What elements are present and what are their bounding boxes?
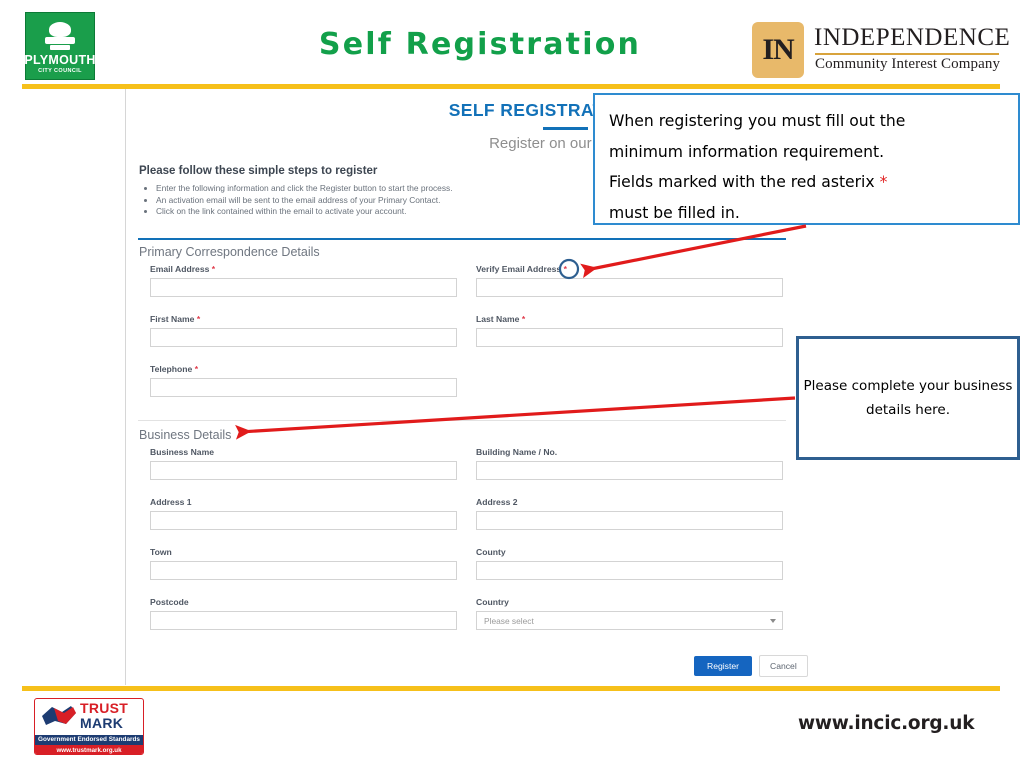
independence-logo-name: INDEPENDENCE [814, 24, 1011, 51]
field-label: Email Address * [150, 264, 216, 274]
callout-line-4: must be filled in. [609, 203, 740, 222]
field-label: Building Name / No. [476, 447, 558, 457]
callout-line-1: When registering you must fill out the [609, 112, 906, 130]
field-business-name: Business Name [150, 447, 457, 480]
field-label: Last Name * [476, 314, 526, 324]
list-item: An activation email will be sent to the … [156, 195, 453, 206]
independence-cic-logo: IN INDEPENDENCE Community Interest Compa… [752, 22, 1010, 78]
section-heading-business: Business Details [139, 428, 232, 442]
field-country: Country Please select [476, 597, 783, 630]
section-rule-business [138, 420, 786, 421]
postcode-input[interactable] [150, 611, 457, 630]
list-item: Click on the link contained within the e… [156, 206, 453, 217]
field-label: Postcode [150, 597, 189, 607]
field-building-name-no: Building Name / No. [476, 447, 783, 480]
header-divider-rule [22, 84, 1000, 89]
telephone-input[interactable] [150, 378, 457, 397]
independence-badge-icon: IN [752, 22, 804, 78]
verify-email-address-input[interactable] [476, 278, 783, 297]
chevron-down-icon [770, 618, 776, 623]
address-1-input[interactable] [150, 511, 457, 530]
county-input[interactable] [476, 561, 783, 580]
country-select[interactable]: Please select [476, 611, 783, 630]
trustmark-band-text: Government Endorsed Standards [35, 735, 143, 745]
field-telephone: Telephone * [150, 364, 457, 397]
section-rule-primary [138, 238, 786, 240]
field-label: First Name * [150, 314, 201, 324]
trustmark-word-mark: MARK [80, 715, 124, 731]
callout-required-fields: When registering you must fill out the m… [593, 93, 1020, 225]
steps-list: Enter the following information and clic… [139, 183, 453, 218]
field-email-address: Email Address * [150, 264, 457, 297]
footer-divider-rule [22, 686, 1000, 691]
trustmark-url-text: www.trustmark.org.uk [35, 745, 143, 754]
field-label: Country [476, 597, 509, 607]
field-label: Telephone * [150, 364, 199, 374]
field-postcode: Postcode [150, 597, 457, 630]
business-name-input[interactable] [150, 461, 457, 480]
register-button[interactable]: Register [694, 656, 752, 676]
independence-logo-tagline: Community Interest Company [815, 56, 1001, 72]
field-label: Business Name [150, 447, 215, 457]
handshake-icon [42, 706, 76, 725]
form-title-underline [543, 127, 588, 130]
footer-website-url: www.incic.org.uk [798, 713, 975, 734]
callout-business-text: Please complete your business details he… [803, 378, 1013, 418]
page-title: Self Registration [318, 27, 642, 62]
email-address-input[interactable] [150, 278, 457, 297]
trustmark-logo: TRUST MARK Government Endorsed Standards… [34, 698, 144, 755]
independence-logo-rule [815, 53, 999, 55]
plymouth-city-council-logo: PLYMOUTH CITY COUNCIL [24, 12, 96, 80]
callout-business-details: Please complete your business details he… [796, 336, 1020, 460]
trustmark-wordmark: TRUST MARK [80, 701, 128, 731]
building-name-no-input[interactable] [476, 461, 783, 480]
plymouth-logo-subtitle: CITY COUNCIL [38, 68, 82, 74]
plymouth-logo-name: PLYMOUTH [24, 53, 96, 67]
field-label: Address 2 [476, 497, 518, 507]
field-address-1: Address 1 [150, 497, 457, 530]
asterisk-icon: * [879, 173, 888, 191]
field-last-name: Last Name * [476, 314, 783, 347]
field-first-name: First Name * [150, 314, 457, 347]
town-input[interactable] [150, 561, 457, 580]
last-name-input[interactable] [476, 328, 783, 347]
first-name-input[interactable] [150, 328, 457, 347]
field-label: County [476, 547, 506, 557]
section-heading-primary: Primary Correspondence Details [139, 245, 320, 259]
required-asterisk: * [563, 264, 567, 274]
slide-header: PLYMOUTH CITY COUNCIL Self Registration … [0, 0, 1024, 89]
field-county: County [476, 547, 783, 580]
required-asterisk: * [196, 314, 201, 324]
field-label: Town [150, 547, 172, 557]
steps-heading: Please follow these simple steps to regi… [139, 165, 378, 177]
plymouth-crest-icon [43, 22, 77, 52]
callout-line-3: Fields marked with the red asterix * [609, 173, 888, 191]
field-label: Address 1 [150, 497, 192, 507]
list-item: Enter the following information and clic… [156, 183, 453, 194]
address-2-input[interactable] [476, 511, 783, 530]
field-address-2: Address 2 [476, 497, 783, 530]
trustmark-word-trust: TRUST [80, 700, 129, 716]
country-select-value: Please select [484, 615, 534, 626]
required-asterisk: * [211, 264, 216, 274]
form-actions: Register Cancel [694, 655, 808, 677]
cancel-button[interactable]: Cancel [759, 655, 808, 677]
field-town: Town [150, 547, 457, 580]
callout-line-2: minimum information requirement. [609, 142, 885, 161]
field-verify-email-address: Verify Email Address * [476, 264, 783, 297]
required-asterisk: * [521, 314, 526, 324]
field-label: Verify Email Address * [476, 264, 567, 274]
required-asterisk: * [194, 364, 199, 374]
